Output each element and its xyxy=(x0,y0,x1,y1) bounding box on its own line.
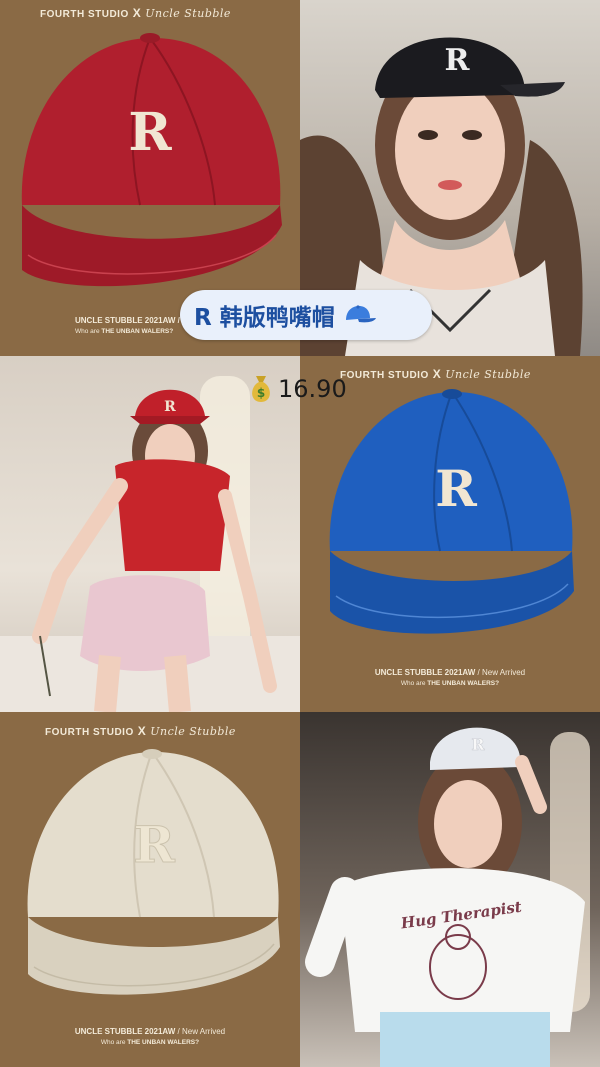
cap-letter-white: R xyxy=(471,735,485,754)
blue-cap-panel: FOURTH STUDIO X Uncle Stubble R UNCLE STUB… xyxy=(300,356,600,712)
footer-beige-line2-pre: Who are xyxy=(100,1039,128,1046)
brand-right-2: Uncle Stubble xyxy=(445,368,531,381)
footer-beige-line1-rest: / New Arrived xyxy=(175,1027,226,1036)
cap-letter-blue: R xyxy=(435,459,477,518)
brand-left: FOURTH STUDIO xyxy=(40,9,129,20)
footer-beige-line1-bold: UNCLE STUBBLE 2021AW xyxy=(74,1027,176,1036)
footer-partial-line2: Who are THE UNBAN WALERS? xyxy=(75,328,180,335)
footer-beige-line2: Who are THE UNBAN WALERS? xyxy=(0,1039,300,1046)
money-bag-icon: $ xyxy=(248,374,274,404)
price-tag: $ 16.90 xyxy=(248,374,347,404)
footer-beige-line2-bold: THE UNBAN WALERS? xyxy=(127,1039,200,1046)
cap-letter-beige: R xyxy=(133,815,175,874)
model-photo-3: R Hug Therapist xyxy=(305,727,590,1067)
footer-blue-line2-bold: THE UNBAN WALERS? xyxy=(427,680,500,687)
blue-cap-image: R xyxy=(329,389,574,634)
footer-blue-line1-bold: UNCLE STUBBLE 2021AW xyxy=(374,668,476,677)
product-title-tag: R 韩版鸭嘴帽 xyxy=(180,290,432,340)
brand-right: Uncle Stubble xyxy=(145,7,231,20)
cap-letter-black: R xyxy=(445,43,471,78)
brand-x-2: X xyxy=(432,367,442,381)
brand-x-3: X xyxy=(137,724,147,738)
white-shirt-model-photo: R Hug Therapist xyxy=(300,712,600,1067)
footer-beige-line1: UNCLE STUBBLE 2021AW / New Arrived xyxy=(0,1027,300,1036)
cap-letter-red-small: R xyxy=(164,399,176,415)
brand-left-2: FOURTH STUDIO xyxy=(340,370,429,381)
footer-blue-line2: Who are THE UNBAN WALERS? xyxy=(300,680,600,687)
footer-blue: UNCLE STUBBLE 2021AW / New Arrived Who a… xyxy=(300,668,600,687)
brand-left-3: FOURTH STUDIO xyxy=(45,727,134,738)
footer-partial-line2-bold: THE UNBAN WALERS? xyxy=(101,328,174,335)
cap-letter-red: R xyxy=(128,102,172,163)
footer-blue-line2-pre: Who are xyxy=(400,680,428,687)
brand-header-2: FOURTH STUDIO X Uncle Stubble xyxy=(340,367,531,381)
cap-icon xyxy=(343,304,377,326)
product-title: R 韩版鸭嘴帽 xyxy=(194,305,335,331)
red-outfit-model-photo: R xyxy=(0,356,300,712)
brand-header: FOURTH STUDIO X Uncle Stubble xyxy=(40,6,231,20)
product-collage: FOURTH STUDIO X Uncle Stubble R UNCLE STUB… xyxy=(0,0,600,1067)
model-photo-2: R xyxy=(0,376,300,712)
footer-blue-line1: UNCLE STUBBLE 2021AW / New Arrived xyxy=(300,668,600,677)
footer-partial-line2-pre: Who are xyxy=(75,328,102,335)
footer-partial: UNCLE STUBBLE 2021AW / Who are THE UNBAN… xyxy=(75,316,180,335)
beige-cap-panel: FOURTH STUDIO X Uncle Stubble R UNCLE STUB… xyxy=(0,712,300,1067)
svg-text:$: $ xyxy=(257,386,265,400)
brand-right-3: Uncle Stubble xyxy=(150,725,236,738)
price-value: 16.90 xyxy=(278,375,347,403)
footer-blue-line1-rest: / New Arrived xyxy=(475,668,526,677)
footer-partial-line1: UNCLE STUBBLE 2021AW / xyxy=(75,316,180,325)
brand-header-3: FOURTH STUDIO X Uncle Stubble xyxy=(45,724,236,738)
brand-x: X xyxy=(132,6,142,20)
footer-beige: UNCLE STUBBLE 2021AW / New Arrived Who a… xyxy=(0,1027,300,1046)
beige-cap-image: R xyxy=(27,749,280,995)
